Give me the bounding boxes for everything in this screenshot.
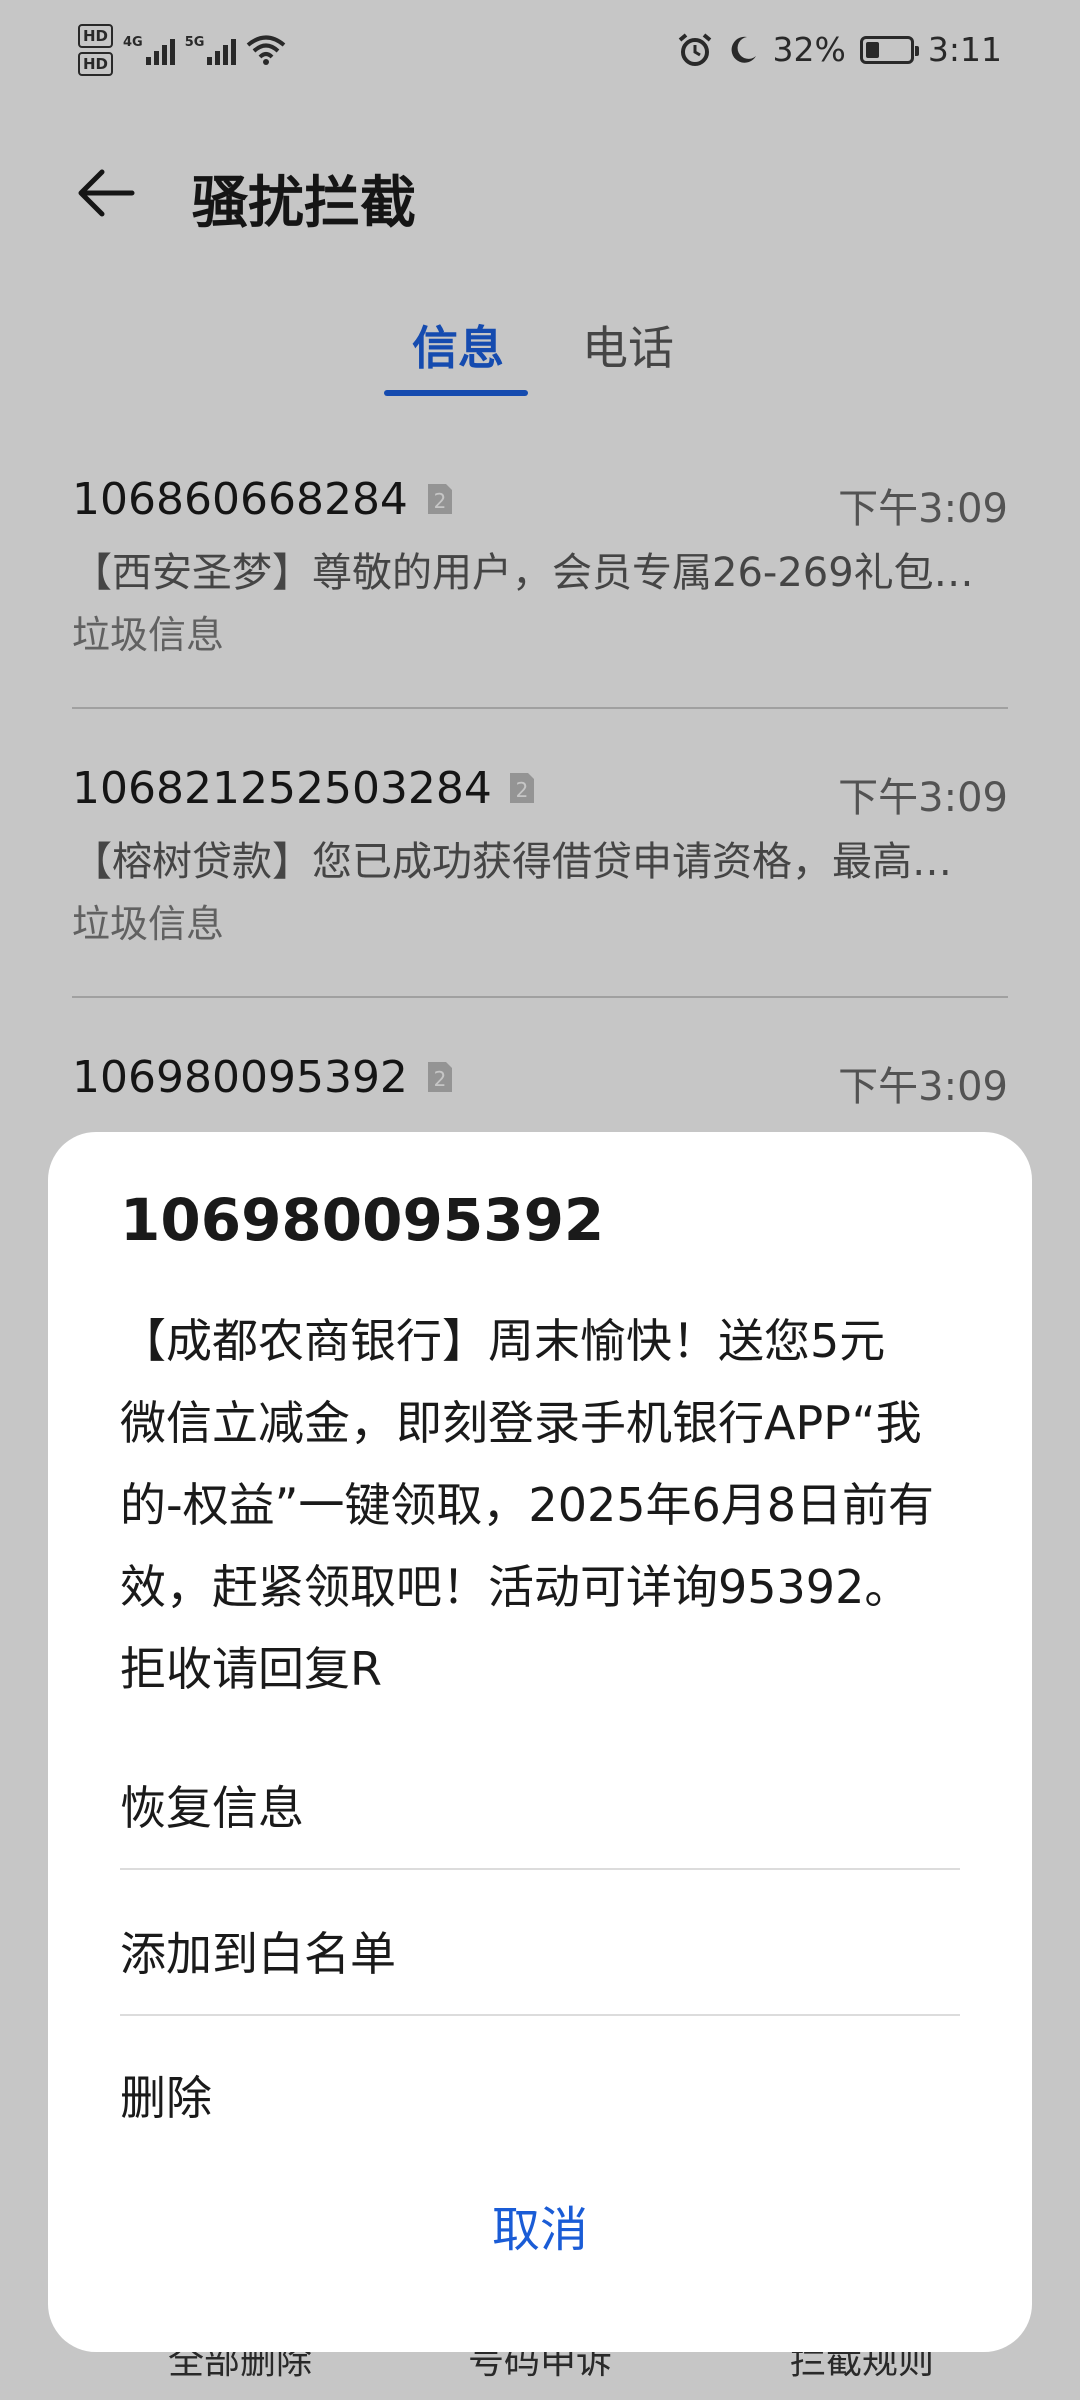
dialog-divider <box>120 2014 960 2016</box>
restore-message-option[interactable]: 恢复信息 <box>120 1772 304 1838</box>
add-to-whitelist-option[interactable]: 添加到白名单 <box>120 1918 396 1984</box>
cancel-button[interactable]: 取消 <box>48 2190 1032 2260</box>
message-action-dialog: 106980095392 【成都农商银行】周末愉快！送您5元 微信立减金，即刻登… <box>48 1132 1032 2352</box>
dialog-body-line: 【成都农商银行】周末愉快！送您5元 <box>120 1314 886 1368</box>
dialog-body-line: 的-权益”一键领取，2025年6月8日前有 <box>120 1478 935 1532</box>
dialog-body-line: 微信立减金，即刻登录手机银行APP“我 <box>120 1396 922 1450</box>
dialog-title: 106980095392 <box>120 1186 605 1254</box>
delete-option[interactable]: 删除 <box>120 2062 212 2128</box>
dialog-body-line: 拒收请回复R <box>120 1642 382 1696</box>
dialog-message-body: 【成都农商银行】周末愉快！送您5元 微信立减金，即刻登录手机银行APP“我 的-… <box>120 1300 960 1710</box>
dialog-divider <box>120 1868 960 1870</box>
dialog-body-line: 效，赶紧领取吧！活动可详询95392。 <box>120 1560 911 1614</box>
